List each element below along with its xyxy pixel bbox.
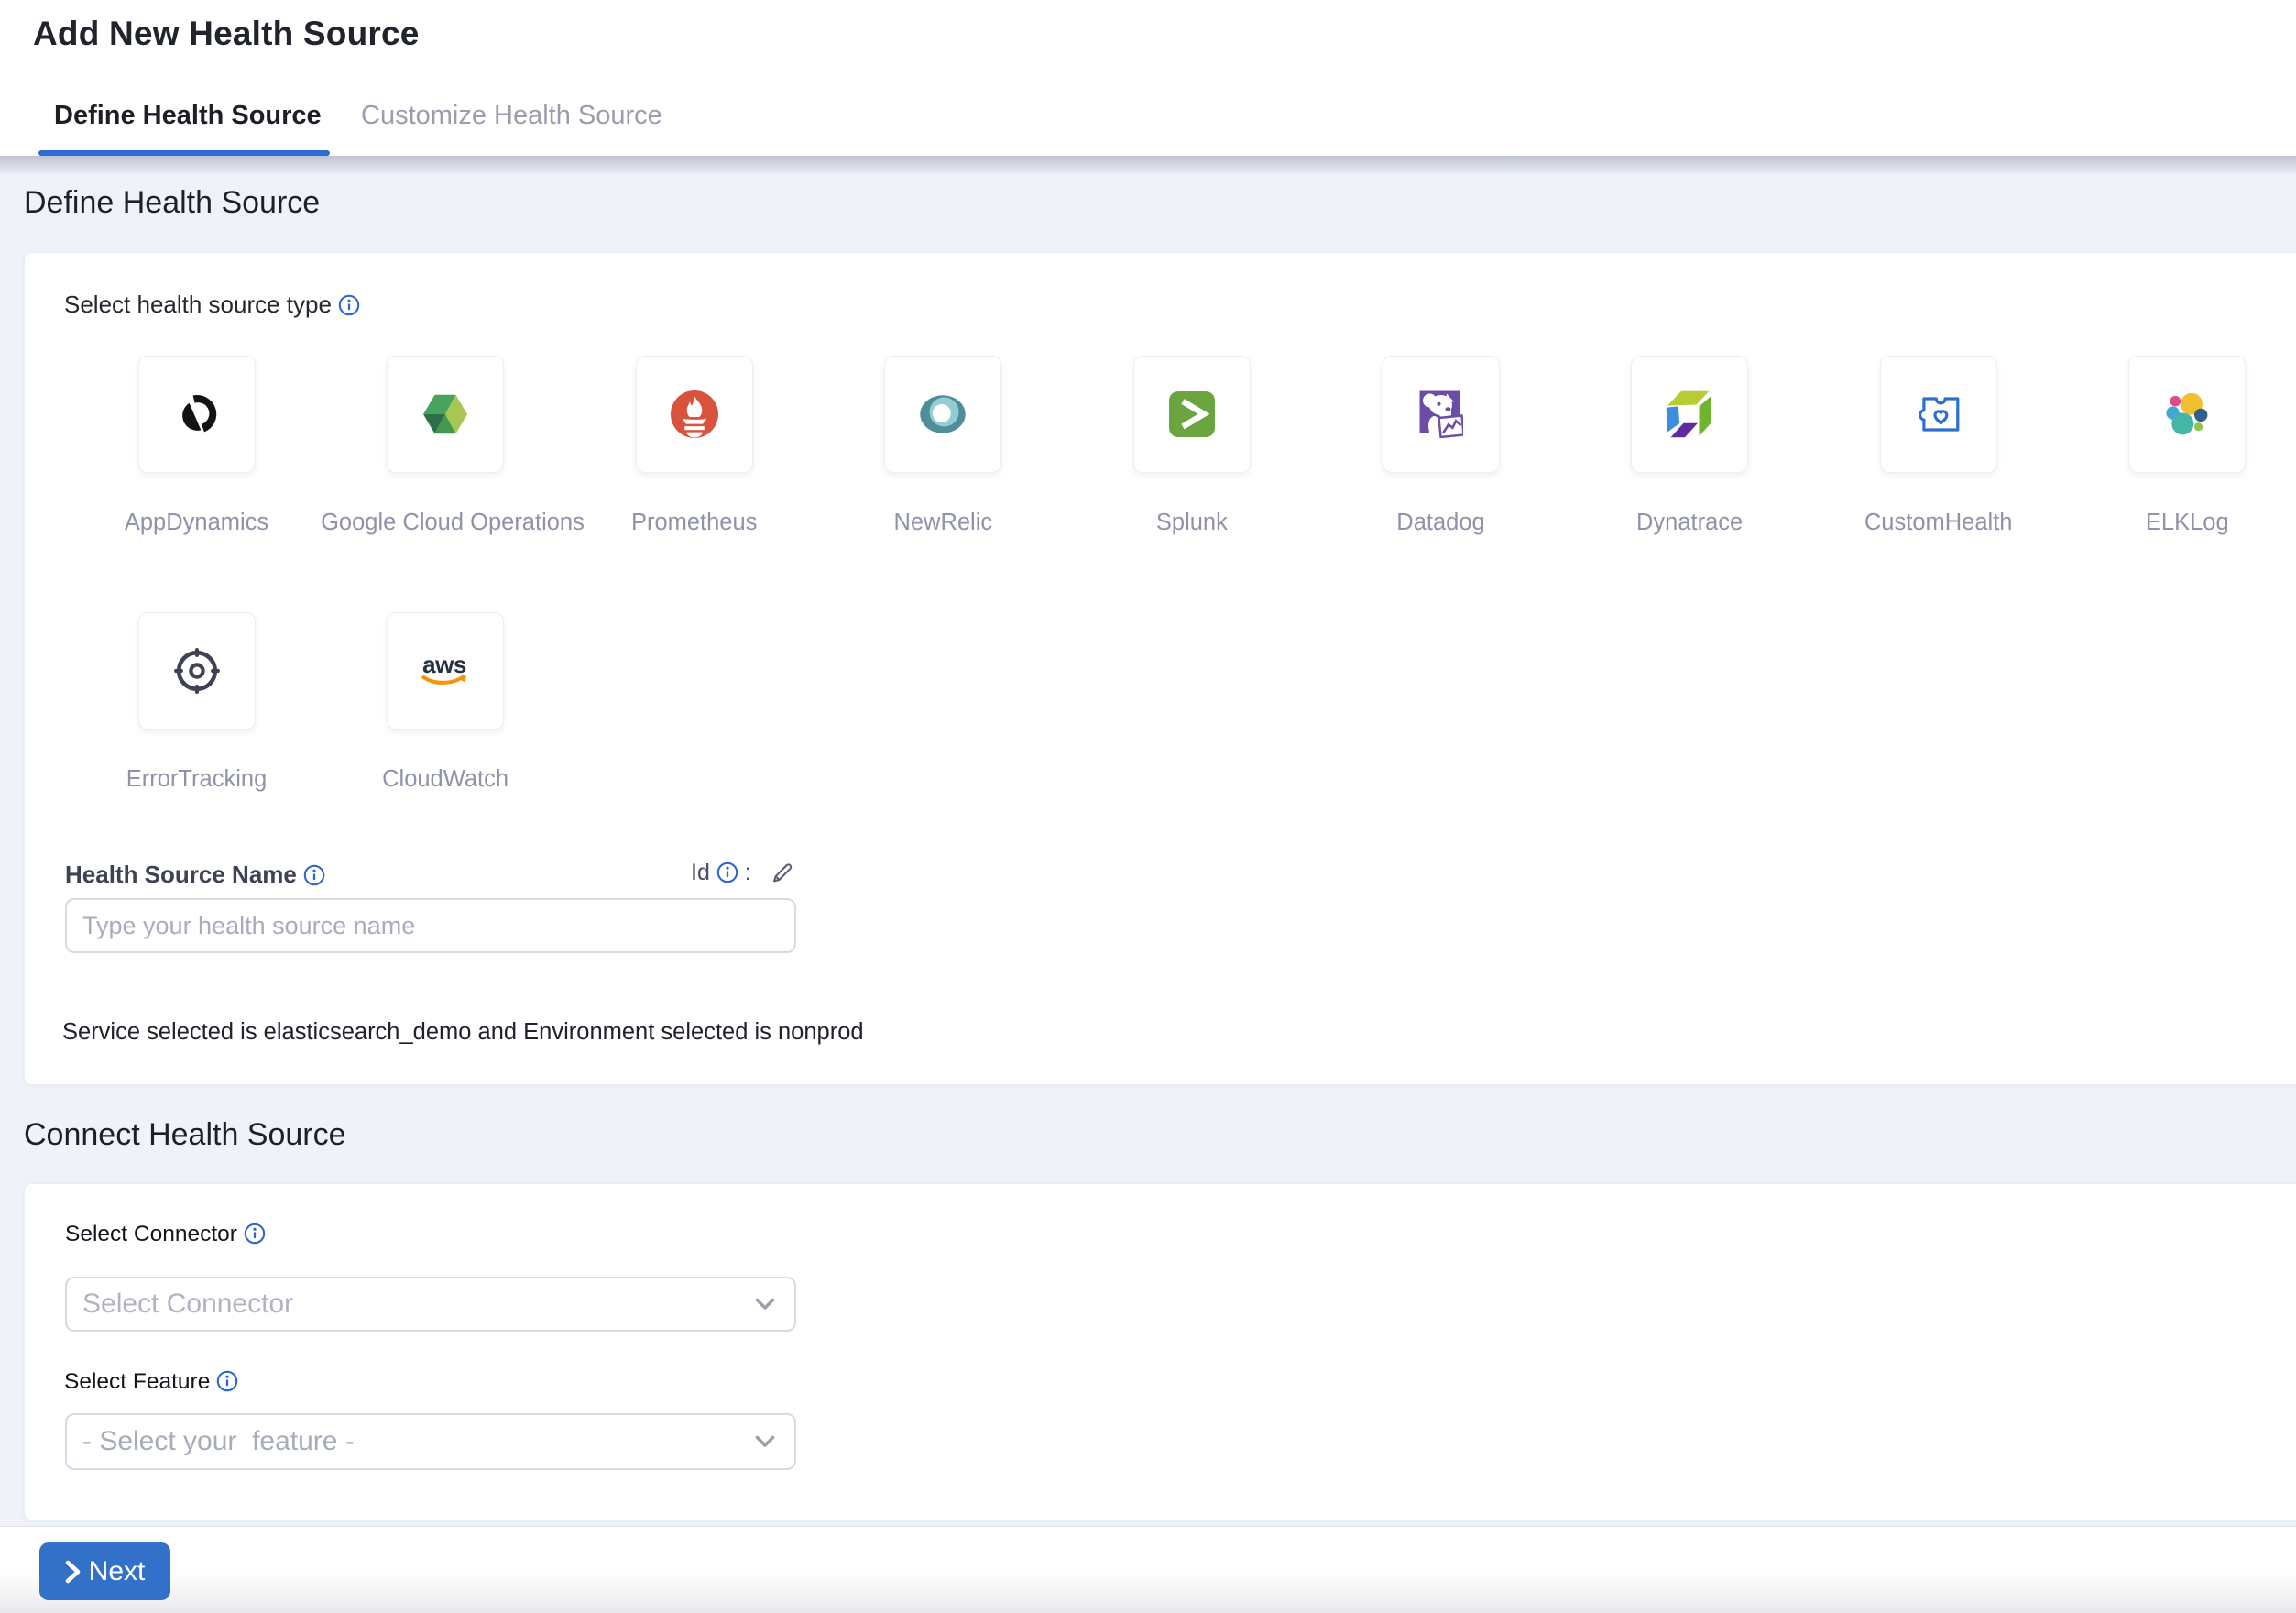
svg-text:aws: aws — [422, 654, 466, 678]
